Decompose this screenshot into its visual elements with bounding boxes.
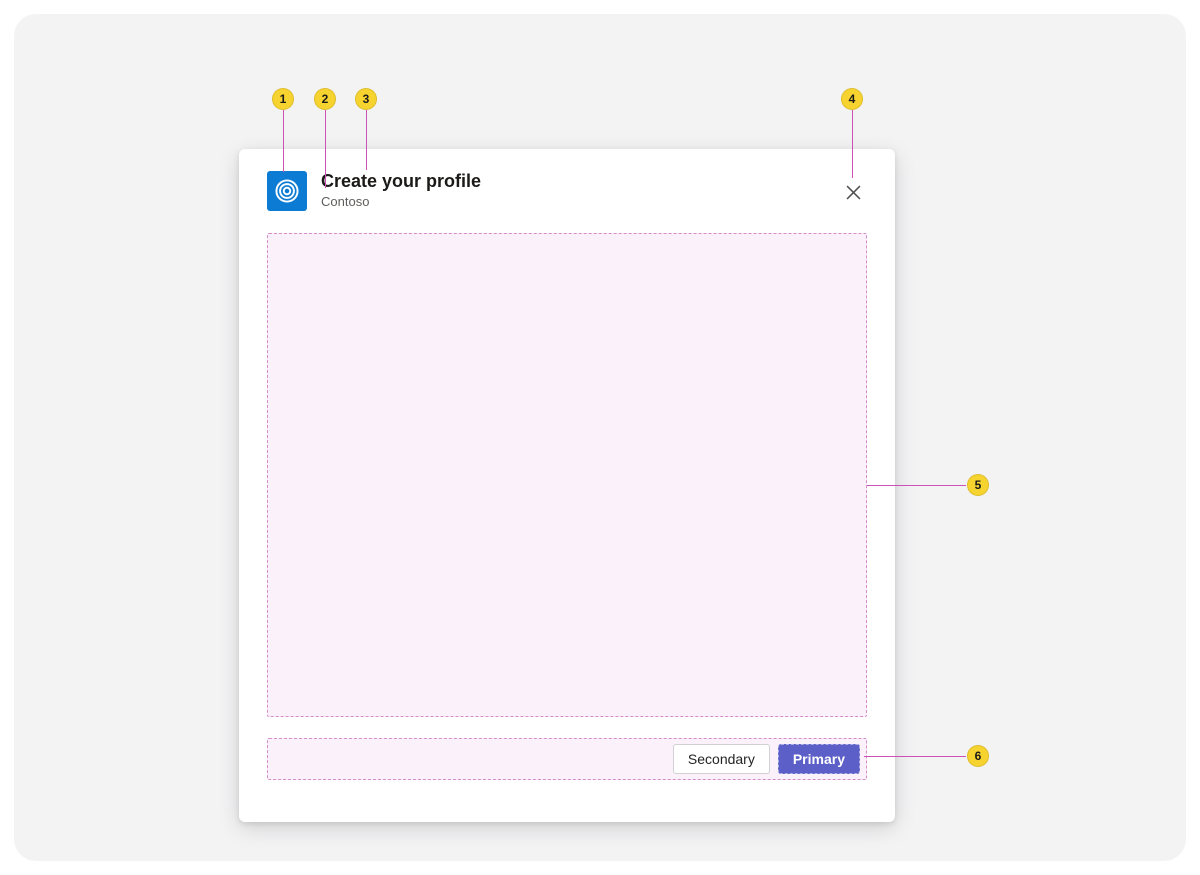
dialog-footer-placeholder: Secondary Primary — [267, 738, 867, 780]
callout-1: 1 — [272, 88, 294, 110]
leader-line — [283, 110, 284, 172]
leader-line — [864, 756, 966, 757]
callout-4: 4 — [841, 88, 863, 110]
dialog-title: Create your profile — [321, 171, 481, 193]
callout-3: 3 — [355, 88, 377, 110]
app-icon — [267, 171, 307, 211]
leader-line — [852, 110, 853, 178]
leader-line — [366, 110, 367, 170]
spiral-icon — [274, 178, 300, 204]
close-icon — [846, 185, 861, 200]
primary-button[interactable]: Primary — [778, 744, 860, 774]
secondary-button[interactable]: Secondary — [673, 744, 770, 774]
dialog-header: Create your profile Contoso — [267, 171, 867, 213]
leader-line — [325, 110, 326, 188]
iframe-content-placeholder — [267, 233, 867, 717]
task-dialog: Create your profile Contoso Secondary Pr… — [239, 149, 895, 822]
leader-line — [867, 485, 966, 486]
header-titles: Create your profile Contoso — [321, 171, 481, 210]
dialog-subtitle: Contoso — [321, 194, 481, 211]
diagram-canvas: 1 2 3 4 5 6 Create your profile Contoso — [14, 14, 1186, 861]
callout-2: 2 — [314, 88, 336, 110]
callout-5: 5 — [967, 474, 989, 496]
callout-6: 6 — [967, 745, 989, 767]
close-button[interactable] — [839, 178, 867, 206]
